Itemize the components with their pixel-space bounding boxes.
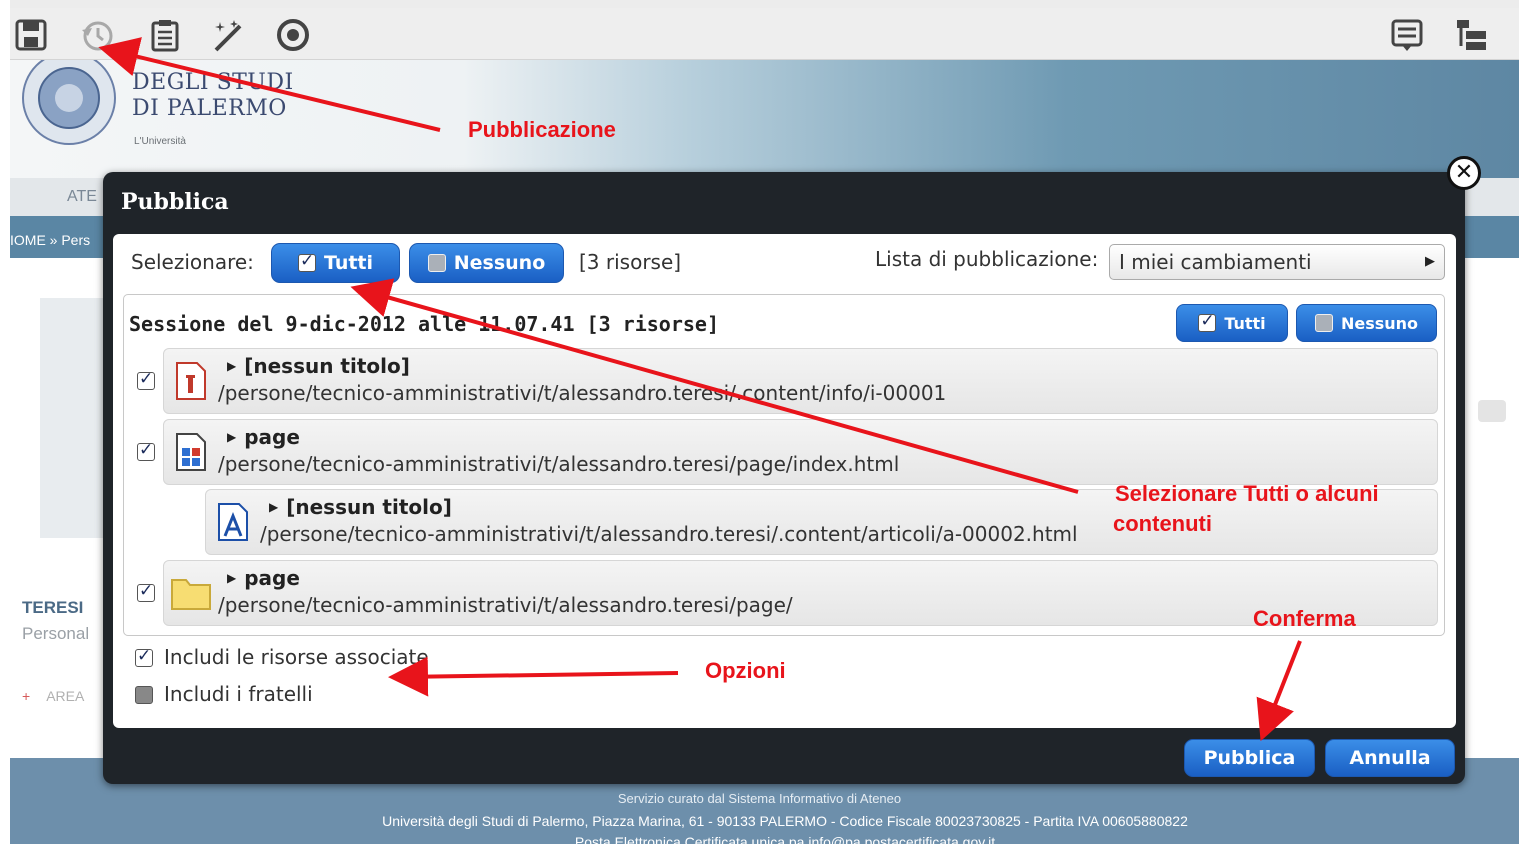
close-button[interactable]: ✕ xyxy=(1447,156,1481,190)
resource-title-text: page xyxy=(244,566,300,590)
annotation-confirm: Conferma xyxy=(1253,606,1356,631)
include-related-label: Includi le risorse associate xyxy=(164,645,429,669)
checked-box-icon xyxy=(297,251,316,272)
select-label: Selezionare: xyxy=(131,250,254,274)
session-select-all-label: Tutti xyxy=(1224,313,1266,333)
article-document-icon xyxy=(218,503,248,541)
cancel-button-label: Annulla xyxy=(1349,747,1431,769)
resource-title[interactable]: ▶ page xyxy=(227,425,300,449)
resource-title[interactable]: ▶ page xyxy=(227,566,300,590)
dialog-title: Pubblica xyxy=(121,189,229,215)
publish-button[interactable]: Pubblica xyxy=(1184,739,1315,777)
resource-title-text: [nessun titolo] xyxy=(286,495,452,519)
editor-toolbar xyxy=(10,8,1519,60)
select-none-label: Nessuno xyxy=(453,252,546,274)
printer-icon[interactable] xyxy=(1478,400,1506,422)
plus-icon: + xyxy=(22,688,31,704)
empty-box-icon xyxy=(1314,314,1333,332)
clipboard-icon[interactable] xyxy=(148,18,182,52)
resource-path: /persone/tecnico-amministrativi/t/alessa… xyxy=(218,452,900,476)
resource-path: /persone/tecnico-amministrativi/t/alessa… xyxy=(218,593,793,617)
session-select-all-button[interactable]: Tutti xyxy=(1176,304,1288,342)
cancel-button[interactable]: Annulla xyxy=(1325,739,1455,777)
select-none-button[interactable]: Nessuno xyxy=(409,243,564,283)
expand-triangle-icon: ▶ xyxy=(269,500,279,514)
session-select-none-label: Nessuno xyxy=(1340,313,1419,333)
breadcrumb[interactable]: IOME » Pers xyxy=(10,232,90,248)
publish-circle-icon[interactable] xyxy=(276,18,310,52)
session-title: Sessione del 9-dic-2012 alle 11.07.41 [3… xyxy=(129,312,720,336)
chevron-right-icon: ▶ xyxy=(1425,254,1435,269)
checked-box-icon xyxy=(1198,311,1217,332)
footer-credit: Servizio curato dal Sistema Informativo … xyxy=(617,791,902,806)
resource-count: [3 risorse] xyxy=(579,250,682,274)
resource-title[interactable]: ▶ [nessun titolo] xyxy=(227,354,410,378)
area-link-label: AREA xyxy=(46,688,85,704)
expand-triangle-icon: ▶ xyxy=(227,430,237,444)
university-name-line2: DI PALERMO xyxy=(132,96,287,121)
publish-list-value: I miei cambiamenti xyxy=(1119,250,1312,274)
tree-view-icon[interactable] xyxy=(1454,18,1488,52)
resource-checkbox-2[interactable] xyxy=(137,440,155,461)
person-role: Personal xyxy=(22,624,90,643)
expand-triangle-icon: ▶ xyxy=(227,571,237,585)
info-document-icon xyxy=(176,362,206,400)
annotation-select-line1: Selezionare Tutti o alcuni xyxy=(1115,481,1379,506)
person-name: TERESI xyxy=(22,598,84,617)
empty-box-icon xyxy=(427,254,446,272)
include-siblings-label: Includi i fratelli xyxy=(164,682,313,706)
resource-title-text: page xyxy=(244,425,300,449)
include-related-checkbox[interactable] xyxy=(135,646,153,667)
annotation-select-line2: contenuti xyxy=(1113,511,1212,536)
resource-checkbox-4[interactable] xyxy=(137,581,155,602)
include-siblings-checkbox[interactable] xyxy=(135,686,153,704)
expand-triangle-icon: ▶ xyxy=(227,359,237,373)
resource-title[interactable]: ▶ [nessun titolo] xyxy=(269,495,452,519)
nav-item-ateneo[interactable]: ATE xyxy=(67,188,97,206)
close-icon: ✕ xyxy=(1454,160,1474,185)
annotation-options: Opzioni xyxy=(705,658,786,683)
publish-list-label: Lista di pubblicazione: xyxy=(875,247,1099,271)
university-seal-logo xyxy=(22,60,116,145)
university-tagline: L'Università xyxy=(134,136,186,147)
area-link[interactable]: + AREA xyxy=(22,688,84,704)
resource-title-text: [nessun titolo] xyxy=(244,354,410,378)
session-select-none-button[interactable]: Nessuno xyxy=(1296,304,1437,342)
select-all-button[interactable]: Tutti xyxy=(271,243,400,283)
save-icon[interactable] xyxy=(14,18,48,52)
select-all-label: Tutti xyxy=(323,252,374,274)
footer-address: Università degli Studi di Palermo, Piazz… xyxy=(382,813,1188,829)
university-name-line1: DEGLI STUDI xyxy=(132,70,294,95)
list-view-icon[interactable] xyxy=(1390,18,1424,52)
publish-button-label: Pubblica xyxy=(1203,747,1296,769)
history-icon[interactable] xyxy=(80,18,114,52)
page-document-icon xyxy=(176,433,206,471)
footer-pec: Posta Elettronica Certificata unica pa i… xyxy=(574,834,996,844)
resource-checkbox-1[interactable] xyxy=(137,369,155,390)
folder-icon xyxy=(171,579,211,610)
magic-wand-icon[interactable] xyxy=(212,18,246,52)
page-root: DEGLI STUDI DI PALERMO L'Università ATE … xyxy=(0,0,1519,844)
annotation-publication: Pubblicazione xyxy=(468,117,616,142)
resource-path: /persone/tecnico-amministrativi/t/alessa… xyxy=(218,381,947,405)
resource-path: /persone/tecnico-amministrativi/t/alessa… xyxy=(260,522,1078,546)
